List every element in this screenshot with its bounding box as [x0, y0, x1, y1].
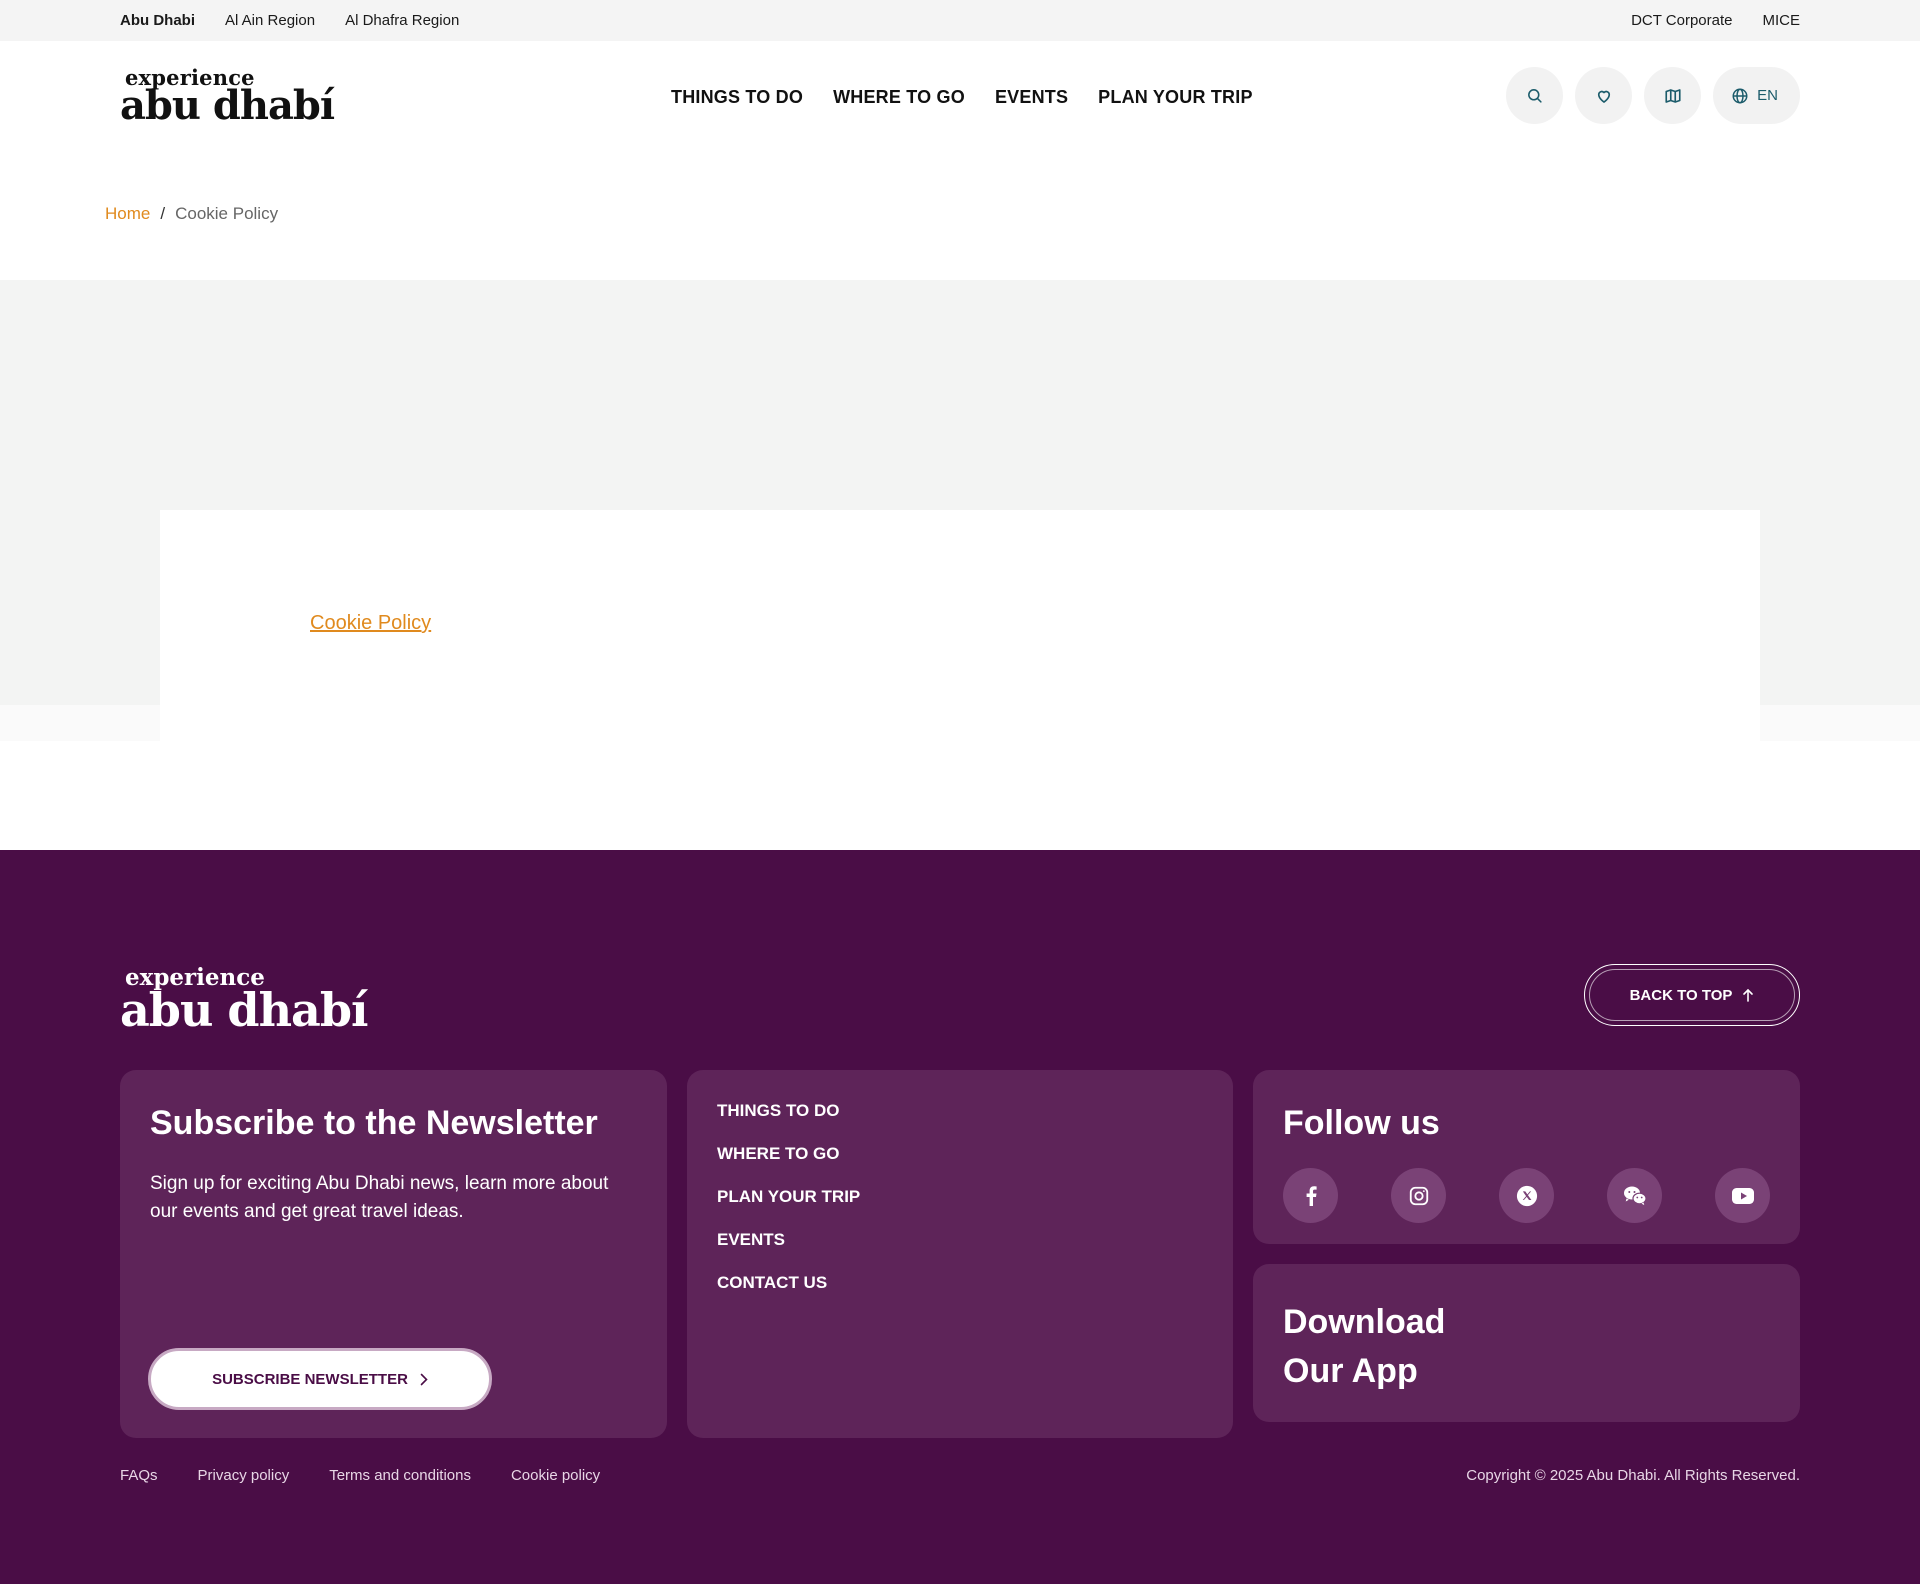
region-link-al-dhafra[interactable]: Al Dhafra Region — [345, 12, 459, 29]
follow-us-title: Follow us — [1283, 1104, 1440, 1142]
region-link-al-ain[interactable]: Al Ain Region — [225, 12, 315, 29]
content-card: Cookie Policy — [160, 510, 1760, 741]
footer-link-item: WHERE TO GO — [717, 1144, 860, 1187]
arrow-up-icon — [1743, 988, 1754, 1002]
footer-link-things-to-do[interactable]: THINGS TO DO — [717, 1101, 839, 1120]
region-link-abu-dhabi[interactable]: Abu Dhabi — [120, 12, 195, 29]
youtube-icon — [1731, 1187, 1754, 1204]
terms-link[interactable]: Terms and conditions — [329, 1467, 471, 1484]
breadcrumb: Home / Cookie Policy — [105, 204, 278, 224]
footer-links-list: THINGS TO DO WHERE TO GO PLAN YOUR TRIP … — [717, 1101, 860, 1316]
favorites-button[interactable] — [1575, 67, 1633, 124]
site-footer: experience abu dhabí BACK TO TOP Subscri… — [0, 850, 1920, 1584]
cookie-policy-link[interactable]: Cookie Policy — [310, 612, 431, 635]
download-app-title: Download Our App — [1283, 1298, 1445, 1396]
breadcrumb-home[interactable]: Home — [105, 204, 150, 224]
breadcrumb-separator: / — [160, 204, 166, 223]
region-links: Abu Dhabi Al Ain Region Al Dhafra Region — [120, 0, 459, 41]
search-icon — [1528, 89, 1542, 103]
footer-link-plan-your-trip[interactable]: PLAN YOUR TRIP — [717, 1187, 860, 1206]
social-links — [1283, 1168, 1770, 1223]
heart-icon — [1597, 90, 1610, 103]
logo-big-text: abu dhabí — [120, 82, 335, 129]
search-button[interactable] — [1506, 67, 1564, 124]
map-button[interactable] — [1644, 67, 1702, 124]
dct-corporate-link[interactable]: DCT Corporate — [1631, 12, 1732, 29]
nav-things-to-do[interactable]: THINGS TO DO — [671, 87, 803, 108]
x-icon — [1516, 1185, 1537, 1206]
newsletter-title: Subscribe to the Newsletter — [150, 1104, 598, 1142]
faqs-link[interactable]: FAQs — [120, 1467, 158, 1484]
instagram-icon — [1409, 1186, 1428, 1205]
footer-link-item: PLAN YOUR TRIP — [717, 1187, 860, 1230]
nav-plan-your-trip[interactable]: PLAN YOUR TRIP — [1098, 87, 1252, 108]
footer-link-item: EVENTS — [717, 1230, 860, 1273]
footer-link-item: THINGS TO DO — [717, 1101, 860, 1144]
corporate-links: DCT Corporate MICE — [1631, 0, 1800, 41]
instagram-button[interactable] — [1391, 1168, 1446, 1223]
wechat-icon — [1623, 1186, 1647, 1205]
top-utility-bar: Abu Dhabi Al Ain Region Al Dhafra Region… — [0, 0, 1920, 41]
newsletter-card: Subscribe to the Newsletter Sign up for … — [120, 1070, 667, 1438]
language-label: EN — [1757, 87, 1778, 104]
chevron-right-icon — [420, 1373, 428, 1385]
footer-cookie-policy-link[interactable]: Cookie policy — [511, 1467, 600, 1484]
download-app-line1: Download — [1283, 1303, 1446, 1341]
youtube-button[interactable] — [1715, 1168, 1770, 1223]
nav-where-to-go[interactable]: WHERE TO GO — [833, 87, 965, 108]
follow-us-card: Follow us — [1253, 1070, 1800, 1244]
facebook-icon — [1306, 1185, 1317, 1206]
newsletter-description: Sign up for exciting Abu Dhabi news, lea… — [150, 1173, 609, 1222]
download-app-card: Download Our App — [1253, 1264, 1800, 1422]
footer-link-events[interactable]: EVENTS — [717, 1230, 785, 1249]
mice-link[interactable]: MICE — [1763, 12, 1801, 29]
header-actions: EN — [1506, 67, 1800, 124]
footer-links-card: THINGS TO DO WHERE TO GO PLAN YOUR TRIP … — [687, 1070, 1233, 1438]
legal-links: FAQs Privacy policy Terms and conditions… — [120, 1467, 600, 1484]
breadcrumb-current: Cookie Policy — [175, 204, 279, 223]
footer-link-item: CONTACT US — [717, 1273, 860, 1316]
footer-link-contact-us[interactable]: CONTACT US — [717, 1273, 827, 1292]
back-to-top-label: BACK TO TOP — [1629, 986, 1733, 1004]
map-icon — [1665, 88, 1681, 103]
language-selector[interactable]: EN — [1713, 67, 1800, 124]
download-app-line2: Our App — [1283, 1352, 1418, 1390]
main-nav: THINGS TO DO WHERE TO GO EVENTS PLAN YOU… — [671, 41, 1253, 153]
x-button[interactable] — [1499, 1168, 1554, 1223]
facebook-button[interactable] — [1283, 1168, 1338, 1223]
site-header: experience abu dhabí THINGS TO DO WHERE … — [0, 41, 1920, 153]
footer-logo-big-text: abu dhabí — [120, 983, 368, 1037]
nav-events[interactable]: EVENTS — [995, 87, 1068, 108]
privacy-policy-link[interactable]: Privacy policy — [198, 1467, 290, 1484]
wechat-button[interactable] — [1607, 1168, 1662, 1223]
globe-icon — [1732, 88, 1748, 103]
back-to-top-button[interactable]: BACK TO TOP — [1584, 964, 1800, 1026]
copyright-text: Copyright © 2025 Abu Dhabi. All Rights R… — [1466, 1467, 1800, 1484]
subscribe-newsletter-label: SUBSCRIBE NEWSLETTER — [212, 1370, 408, 1388]
site-logo[interactable]: experience abu dhabí — [120, 67, 335, 129]
footer-logo[interactable]: experience abu dhabí — [120, 966, 368, 1037]
footer-link-where-to-go[interactable]: WHERE TO GO — [717, 1144, 839, 1163]
subscribe-newsletter-button[interactable]: SUBSCRIBE NEWSLETTER — [148, 1348, 492, 1410]
